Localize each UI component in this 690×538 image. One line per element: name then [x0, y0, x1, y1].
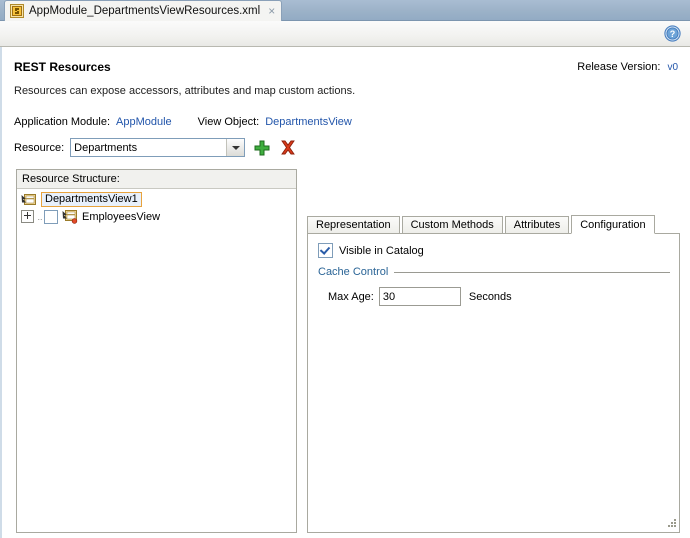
- tab-custom-methods[interactable]: Custom Methods: [401, 216, 503, 234]
- release-version-label: Release Version:: [577, 61, 661, 73]
- expand-plus-icon[interactable]: [21, 210, 34, 223]
- visible-in-catalog-row[interactable]: Visible in Catalog: [318, 243, 424, 258]
- resource-structure-panel: Resource Structure: DepartmentsView1 ..: [16, 169, 297, 533]
- application-module-link[interactable]: AppModule: [116, 116, 172, 128]
- tree-node-checkbox[interactable]: [44, 209, 58, 224]
- view-object-accessor-icon: [62, 209, 78, 224]
- resize-grip[interactable]: [664, 517, 677, 530]
- resource-structure-tree[interactable]: DepartmentsView1 .. EmployeesView: [17, 189, 296, 225]
- application-module-label: Application Module:: [14, 116, 111, 128]
- page-subtitle: Resources can expose accessors, attribut…: [14, 85, 356, 97]
- tree-node-departmentsview1[interactable]: DepartmentsView1: [18, 191, 296, 208]
- tab-representation[interactable]: Representation: [307, 216, 400, 234]
- tree-connector: ..: [37, 211, 43, 222]
- max-age-input[interactable]: 30: [378, 287, 461, 306]
- delete-x-icon[interactable]: [279, 139, 297, 157]
- configuration-panel: Visible in Catalog Cache Control Max Age…: [307, 233, 680, 533]
- tree-node-label: DepartmentsView1: [41, 192, 142, 207]
- resource-select[interactable]: Departments: [70, 138, 246, 157]
- resource-row: Resource: Departments: [14, 138, 297, 157]
- editor-tab-strip: AppModule_DepartmentsViewResources.xml ×: [0, 0, 690, 21]
- tab-attributes[interactable]: Attributes: [504, 216, 570, 234]
- visible-in-catalog-label: Visible in Catalog: [339, 244, 424, 257]
- release-version-value: v0: [667, 62, 678, 73]
- release-version: Release Version: v0: [577, 61, 678, 73]
- plus-icon[interactable]: [253, 139, 271, 157]
- resource-structure-header: Resource Structure:: [17, 170, 296, 189]
- view-object-icon: [21, 193, 37, 207]
- resource-select-value: Departments: [74, 141, 138, 154]
- cache-control-label: Cache Control: [318, 266, 389, 278]
- xml-file-icon: [10, 4, 24, 18]
- tab-configuration[interactable]: Configuration: [571, 215, 655, 234]
- max-age-label: Max Age:: [328, 290, 374, 303]
- editor-toolbar: ?: [0, 21, 690, 47]
- tree-node-label: EmployeesView: [82, 210, 161, 223]
- view-object-link[interactable]: DepartmentsView: [265, 116, 352, 128]
- close-icon[interactable]: ×: [268, 5, 275, 17]
- editor-tab[interactable]: AppModule_DepartmentsViewResources.xml ×: [4, 0, 283, 21]
- resource-label: Resource:: [14, 141, 65, 154]
- help-circle-icon[interactable]: ?: [664, 25, 681, 42]
- resource-detail-panel: Representation Custom Methods Attributes…: [307, 215, 680, 533]
- max-age-units-label: Seconds: [468, 290, 512, 303]
- group-divider: [394, 271, 670, 273]
- cache-control-group-header: Cache Control: [318, 266, 670, 278]
- max-age-row: Max Age: 30 Seconds: [328, 287, 512, 306]
- view-object-label: View Object:: [197, 116, 260, 128]
- editor-tab-label: AppModule_DepartmentsViewResources.xml: [29, 5, 261, 17]
- page-title: REST Resources: [14, 60, 111, 74]
- rest-resources-page: REST Resources Release Version: v0 Resour…: [0, 47, 690, 538]
- tree-node-employeesview[interactable]: .. EmployeesView: [18, 208, 296, 225]
- detail-tabs: Representation Custom Methods Attributes…: [307, 215, 680, 234]
- chevron-down-icon[interactable]: [226, 139, 245, 156]
- module-info-row: Application Module: AppModule View Object:…: [14, 116, 352, 128]
- svg-text:?: ?: [670, 29, 676, 39]
- visible-in-catalog-checkbox[interactable]: [318, 243, 333, 258]
